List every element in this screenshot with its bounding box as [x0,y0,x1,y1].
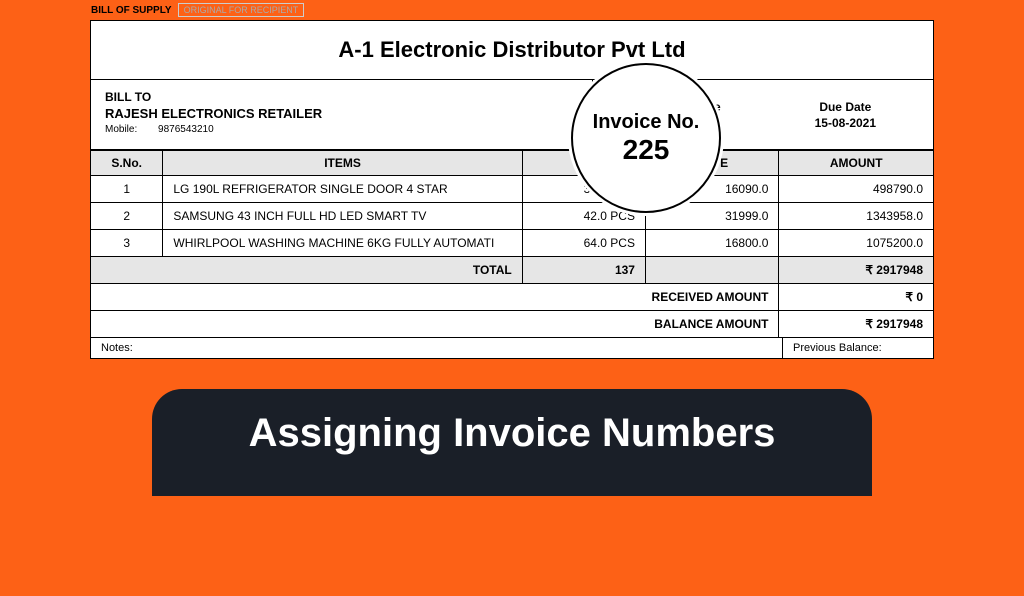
mobile-label: Mobile: [105,124,137,135]
bill-to-label: BILL TO [105,90,578,104]
bill-to-section: BILL TO RAJESH ELECTRONICS RETAILER Mobi… [91,80,593,149]
received-amount: ₹ 0 [779,284,933,311]
total-amount: ₹ 2917948 [779,257,933,284]
invoice-document: BILL OF SUPPLY ORIGINAL FOR RECIPIENT A-… [90,20,934,359]
mobile-value: 9876543210 [158,124,214,135]
prev-balance-label: Previous Balance: [783,338,933,358]
cell-sno: 1 [91,176,163,203]
cell-item: LG 190L REFRIGERATOR SINGLE DOOR 4 STAR [163,176,522,203]
invoice-no-value: 225 [623,134,670,166]
cell-amount: 1343958.0 [779,203,933,230]
cell-sno: 3 [91,230,163,257]
bill-of-supply-label: BILL OF SUPPLY [91,5,172,16]
balance-amount: ₹ 2917948 [779,311,933,338]
cell-amount: 498790.0 [779,176,933,203]
cell-sno: 2 [91,203,163,230]
bill-to-name: RAJESH ELECTRONICS RETAILER [105,106,578,121]
table-row: 3 WHIRLPOOL WASHING MACHINE 6KG FULLY AU… [91,230,933,257]
top-labels: BILL OF SUPPLY ORIGINAL FOR RECIPIENT [91,3,304,17]
due-date-value: 15-08-2021 [815,116,876,130]
bill-to-mobile: Mobile: 9876543210 [105,124,578,135]
company-name: A-1 Electronic Distributor Pvt Ltd [91,37,933,63]
info-row: BILL TO RAJESH ELECTRONICS RETAILER Mobi… [91,80,933,150]
cell-rate: 16800.0 [645,230,778,257]
footer-row: Notes: Previous Balance: [91,338,933,358]
header-amount: AMOUNT [779,151,933,176]
due-date-label: Due Date [815,100,876,114]
due-date-block: Due Date 15-08-2021 [815,100,876,130]
invoice-no-label: Invoice No. [593,111,700,134]
company-header: A-1 Electronic Distributor Pvt Ltd [91,21,933,80]
received-label: RECEIVED AMOUNT [91,284,779,311]
totals-row: TOTAL 137 ₹ 2917948 [91,257,933,284]
original-for-recipient-label: ORIGINAL FOR RECIPIENT [178,3,305,17]
header-items: ITEMS [163,151,522,176]
caption-text: Assigning Invoice Numbers [249,411,776,455]
cell-qty: 64.0 PCS [522,230,645,257]
total-label: TOTAL [91,257,522,284]
received-row: RECEIVED AMOUNT ₹ 0 [91,284,933,311]
table-row: 1 LG 190L REFRIGERATOR SINGLE DOOR 4 STA… [91,176,933,203]
total-qty: 137 [522,257,645,284]
cell-item: WHIRLPOOL WASHING MACHINE 6KG FULLY AUTO… [163,230,522,257]
balance-label: BALANCE AMOUNT [91,311,779,338]
cell-item: SAMSUNG 43 INCH FULL HD LED SMART TV [163,203,522,230]
table-row: 2 SAMSUNG 43 INCH FULL HD LED SMART TV 4… [91,203,933,230]
cell-amount: 1075200.0 [779,230,933,257]
caption-banner: Assigning Invoice Numbers [152,389,872,496]
invoice-number-highlight: Invoice No. 225 [571,63,721,213]
table-header-row: S.No. ITEMS RATE AMOUNT [91,151,933,176]
header-sno: S.No. [91,151,163,176]
total-rate-empty [645,257,778,284]
items-table: S.No. ITEMS RATE AMOUNT 1 LG 190L REFRIG… [91,150,933,338]
notes-label: Notes: [91,338,783,358]
balance-row: BALANCE AMOUNT ₹ 2917948 [91,311,933,338]
